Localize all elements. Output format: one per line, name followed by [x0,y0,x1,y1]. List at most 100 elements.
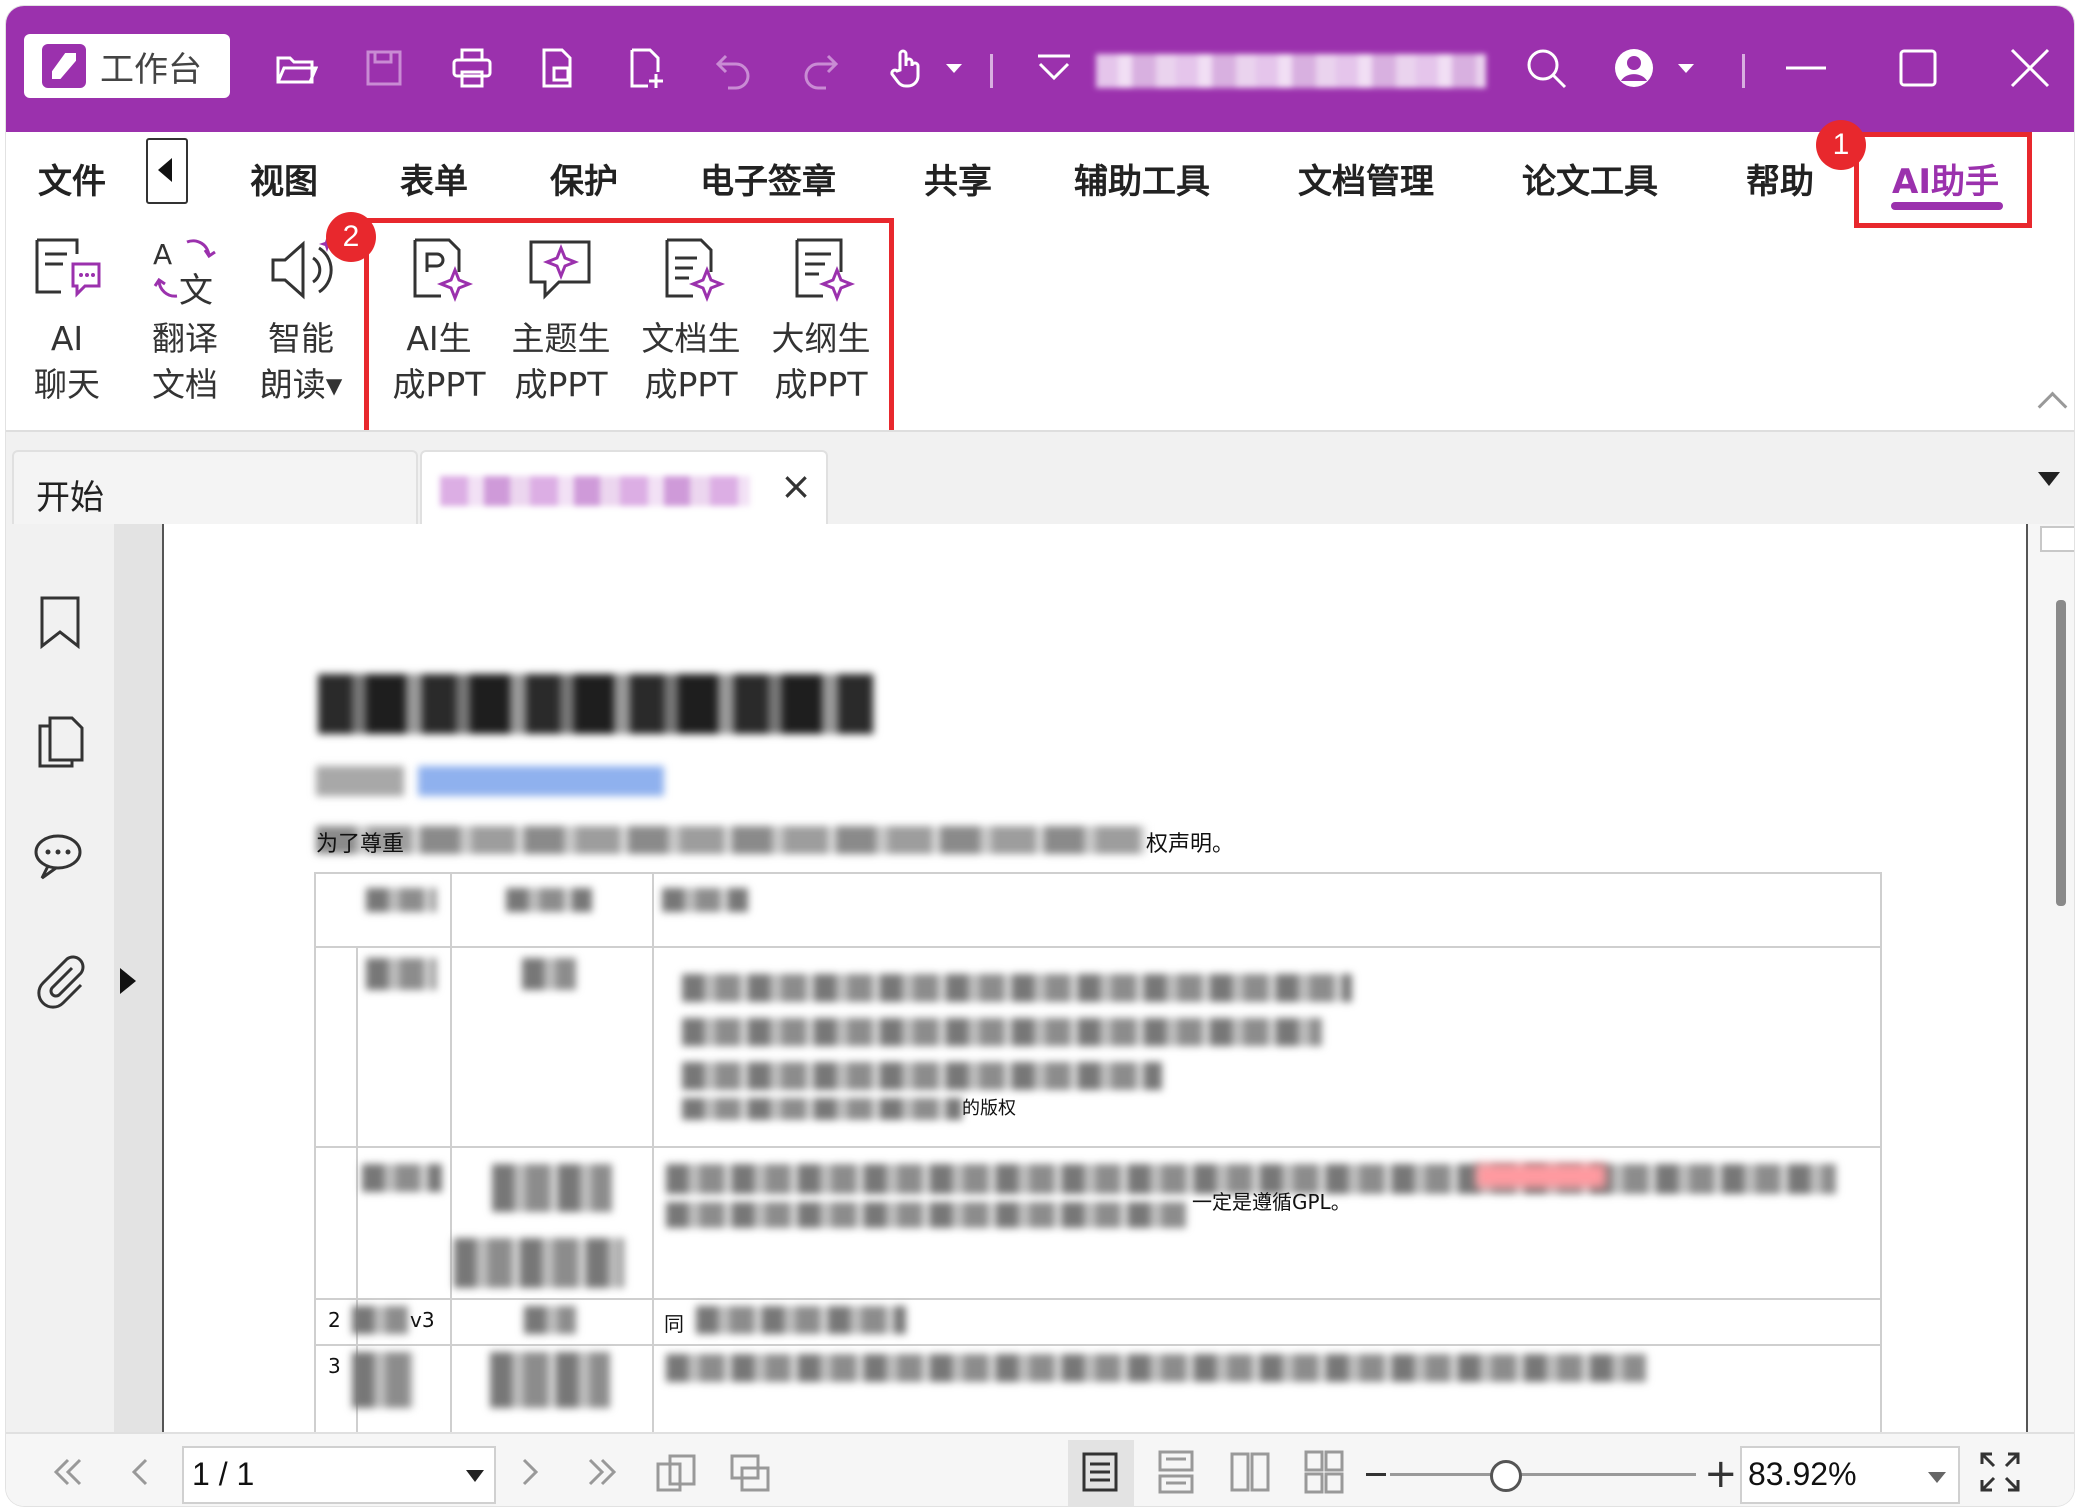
print-icon[interactable] [450,46,494,90]
table-cell-blurred [362,1164,442,1192]
table-rule [316,1298,1880,1300]
folder-open-icon[interactable] [274,46,319,90]
account-icon[interactable] [1612,46,1656,90]
close-icon[interactable] [2008,46,2052,90]
menu-doc-management[interactable]: 文档管理 [1298,154,1434,203]
zoom-level-select[interactable]: 83.92% [1740,1446,1960,1504]
quick-access-dropdown-icon[interactable] [1032,46,1076,90]
table-header-blurred [662,888,748,912]
two-page-view-icon[interactable] [1228,1450,1272,1494]
table-cell-blurred [682,1018,1322,1046]
ribbon-scroll-left-button[interactable] [146,138,188,204]
document-link-blurred [418,766,664,796]
scrollbar-thumb[interactable] [2056,600,2066,906]
ai-generate-ppt-button[interactable]: AI生 成PPT [384,232,494,408]
new-page-icon[interactable] [624,46,668,90]
table-cell-blurred [666,1354,1646,1382]
table-header-blurred [366,888,436,912]
table-cell-blurred [666,1202,1186,1228]
save-icon[interactable] [362,46,406,90]
zoom-dropdown-icon[interactable] [1928,1472,1946,1483]
table-cell-blurred [352,1306,408,1334]
ai-chat-label: AI 聊天 [34,319,100,404]
outline-generate-ppt-label: 大纲生 成PPT [771,319,871,404]
table-cell-blurred [454,1238,624,1288]
tab-document[interactable]: × [420,450,828,526]
app-logo-icon [42,44,86,88]
undo-icon[interactable] [712,46,756,90]
menu-thesis-tools[interactable]: 论文工具 [1522,154,1658,203]
previous-page-icon[interactable] [118,1450,162,1494]
svg-text:文: 文 [179,271,213,308]
translate-icon: A文 [153,238,216,308]
maximize-icon[interactable] [1896,46,1940,90]
topic-generate-ppt-label: 主题生 成PPT [511,319,611,404]
menu-view[interactable]: 视图 [250,154,318,203]
highlighted-text-blurred [1476,1164,1606,1188]
topic-generate-ppt-button[interactable]: 主题生 成PPT [506,232,616,408]
menu-share[interactable]: 共享 [924,154,992,203]
notice-text-start: 为了尊重 [316,832,405,857]
table-rule [316,1344,1880,1346]
document-generate-ppt-button[interactable]: 文档生 成PPT [636,232,746,408]
page-icon[interactable] [536,46,580,90]
menu-form[interactable]: 表单 [400,154,468,203]
first-page-icon[interactable] [46,1450,90,1494]
zoom-slider-track[interactable] [1390,1473,1696,1476]
bookmark-icon[interactable] [32,594,88,650]
table-cell-blurred [490,1352,610,1408]
menu-assist-tools[interactable]: 辅助工具 [1074,154,1210,203]
minimize-icon[interactable] [1784,46,1828,90]
table-cell-fragment: 的版权 [962,1098,1016,1119]
page-number-input[interactable]: 1 / 1 [182,1446,496,1504]
expand-panel-icon[interactable] [120,968,136,994]
two-page-continuous-view-icon[interactable] [1302,1450,1346,1494]
page-transition-icon[interactable] [728,1450,772,1494]
toolbar-separator [1742,54,1745,88]
scroll-up-button[interactable] [2040,526,2074,552]
workbench-label: 工作台 [100,49,202,90]
zoom-in-icon[interactable]: + [1704,1452,1738,1496]
hand-tool-dropdown-icon[interactable] [942,46,966,90]
side-panel [6,524,114,1432]
menu-help[interactable]: 帮助 [1746,154,1814,203]
workbench-button[interactable]: 工作台 [24,34,230,98]
collapse-ribbon-icon[interactable] [2037,391,2068,422]
hand-tool-icon[interactable] [886,46,930,90]
last-page-icon[interactable] [580,1450,624,1494]
menu-e-signature[interactable]: 电子签章 [700,154,836,203]
table-cell-blurred [522,958,576,990]
tab-document-title-blurred [440,476,750,506]
vertical-scrollbar[interactable] [2026,524,2074,1432]
tab-close-icon[interactable]: × [780,466,812,506]
table-row-number: 2 [328,1308,341,1332]
zoom-out-icon[interactable] [1366,1473,1386,1476]
outline-generate-ppt-button[interactable]: 大纲生 成PPT [766,232,876,408]
highlight-box-ai-tab [1854,132,2032,228]
menu-protect[interactable]: 保护 [550,154,618,203]
search-icon[interactable] [1524,46,1568,90]
rotate-page-icon[interactable] [654,1450,698,1494]
page-dropdown-icon[interactable] [466,1470,484,1482]
svg-text:A: A [153,238,172,271]
table-cell-blurred [682,1098,962,1120]
tab-start[interactable]: 开始 [12,450,418,526]
app-window: 工作台 文件 视图 表单 保护 电子签章 共享 辅助工具 文档管理 论文工具 帮… [6,6,2074,1506]
next-page-icon[interactable] [508,1450,552,1494]
topic-ppt-icon [529,240,591,300]
redo-icon[interactable] [798,46,842,90]
ai-chat-button[interactable]: AI 聊天 [12,232,122,408]
pages-thumbnail-icon[interactable] [32,714,88,770]
outline-ppt-icon [795,238,856,303]
comments-icon[interactable] [32,830,88,886]
single-page-view-icon[interactable] [1078,1450,1122,1494]
tab-list-dropdown-icon[interactable] [2038,472,2060,486]
fullscreen-icon[interactable] [1978,1450,2022,1494]
attachment-icon[interactable] [32,954,88,1010]
table-cell-fragment: v3 [410,1308,435,1332]
account-dropdown-icon[interactable] [1674,46,1698,90]
menu-file[interactable]: 文件 [38,154,106,203]
continuous-view-icon[interactable] [1154,1450,1198,1494]
ai-ppt-icon [413,238,474,303]
translate-document-button[interactable]: A文 翻译 文档 [130,232,240,408]
